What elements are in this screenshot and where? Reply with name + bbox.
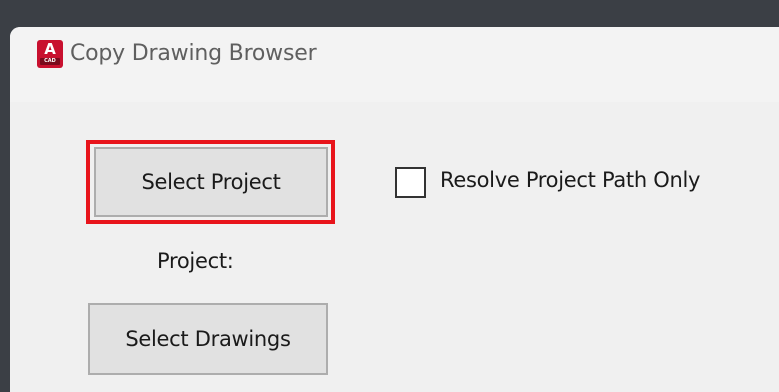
copy-drawing-browser-window: A CAD Copy Drawing Browser Select Projec… — [10, 27, 779, 392]
app-icon-sub-label: CAD — [44, 58, 56, 64]
window-title: Copy Drawing Browser — [70, 41, 317, 66]
select-drawings-button[interactable]: Select Drawings — [88, 303, 328, 375]
project-label: Project: — [157, 249, 234, 273]
select-project-button[interactable]: Select Project — [94, 147, 328, 217]
autocad-icon: A CAD — [37, 40, 63, 68]
title-bar[interactable]: A CAD Copy Drawing Browser — [10, 27, 779, 102]
resolve-project-path-only-checkbox[interactable] — [395, 167, 426, 198]
app-icon-letter: A — [44, 40, 56, 58]
resolve-project-path-only-label[interactable]: Resolve Project Path Only — [440, 168, 700, 192]
